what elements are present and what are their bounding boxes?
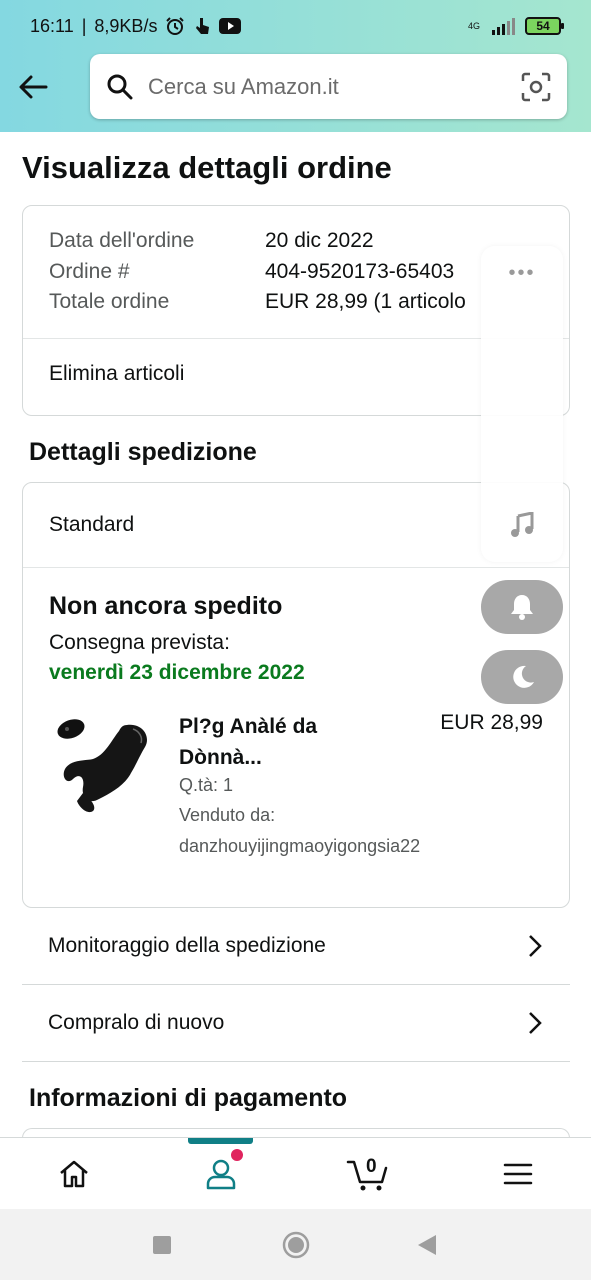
sold-by-label: Venduto da: bbox=[179, 805, 276, 825]
nav-home[interactable] bbox=[0, 1138, 147, 1210]
shipping-section-title: Dettagli spedizione bbox=[29, 438, 257, 466]
bell-icon bbox=[511, 595, 533, 620]
divider bbox=[23, 567, 569, 568]
touch-icon bbox=[196, 18, 210, 34]
order-total-value: EUR 28,99 (1 articolo bbox=[265, 290, 466, 313]
system-navigation-bar bbox=[0, 1209, 591, 1280]
account-icon bbox=[206, 1159, 235, 1190]
product-name[interactable]: Pl?g Anàlé da Dònnà... bbox=[179, 711, 359, 773]
recents-icon[interactable] bbox=[152, 1235, 172, 1255]
chevron-right-icon bbox=[529, 1012, 542, 1034]
product-quantity: Q.tà: 1 bbox=[179, 775, 234, 795]
buy-again-link[interactable]: Compralo di nuovo bbox=[22, 985, 570, 1062]
status-bar: 16:11 | 8,9KB/s 4G 54 bbox=[0, 0, 591, 52]
app-header: 16:11 | 8,9KB/s 4G 54 bbox=[0, 0, 591, 132]
page-title: Visualizza dettagli ordine bbox=[22, 150, 392, 185]
order-date-value: 20 dic 2022 bbox=[265, 229, 374, 252]
track-shipment-label: Monitoraggio della spedizione bbox=[48, 934, 326, 957]
status-time: 16:11 bbox=[30, 15, 74, 36]
menu-icon bbox=[503, 1163, 532, 1185]
buy-again-label: Compralo di nuovo bbox=[48, 1011, 225, 1034]
track-shipment-link[interactable]: Monitoraggio della spedizione bbox=[22, 908, 570, 985]
network-type: 4G bbox=[467, 20, 480, 31]
chevron-right-icon bbox=[529, 935, 542, 957]
delivery-date: venerdì 23 dicembre 2022 bbox=[49, 661, 305, 684]
nav-cart[interactable]: 0 bbox=[294, 1138, 441, 1210]
product-name-line: Pl?g Anàlé da bbox=[179, 715, 318, 738]
search-icon bbox=[107, 74, 133, 99]
cart-count: 0 bbox=[366, 1156, 377, 1177]
order-number-value: 404-9520173-65403 bbox=[265, 260, 455, 283]
delete-items-button[interactable]: Elimina articoli bbox=[49, 362, 184, 386]
search-bar[interactable] bbox=[90, 54, 567, 119]
nav-account[interactable] bbox=[147, 1138, 294, 1210]
payment-section-title: Informazioni di pagamento bbox=[29, 1084, 348, 1112]
home-icon bbox=[59, 1160, 88, 1188]
bottom-navigation: 0 bbox=[0, 1137, 591, 1209]
music-note-icon[interactable] bbox=[509, 512, 535, 540]
alarm-icon bbox=[166, 17, 185, 35]
product-name-line: Dònnà... bbox=[179, 746, 262, 769]
seller-name[interactable]: danzhouyijingmaoyigongsia22 bbox=[179, 836, 420, 857]
order-date-label: Data dell'ordine bbox=[49, 229, 195, 252]
back-button-icon[interactable] bbox=[416, 1233, 438, 1257]
shipment-status: Non ancora spedito bbox=[49, 592, 283, 620]
status-net-speed: 8,9KB/s bbox=[94, 15, 158, 36]
order-total-label: Totale ordine bbox=[49, 290, 170, 313]
floating-tool-panel[interactable]: ••• bbox=[481, 246, 563, 562]
youtube-icon bbox=[219, 18, 242, 34]
product-image[interactable] bbox=[53, 715, 157, 815]
back-arrow-icon[interactable] bbox=[16, 70, 50, 104]
search-input[interactable] bbox=[148, 73, 521, 100]
camera-scan-icon[interactable] bbox=[521, 72, 551, 102]
product-price: EUR 28,99 bbox=[440, 711, 543, 734]
signal-icon bbox=[492, 17, 515, 35]
more-dots-icon[interactable]: ••• bbox=[481, 262, 563, 285]
home-button-icon[interactable] bbox=[282, 1231, 310, 1259]
delivery-label: Consegna prevista: bbox=[49, 631, 230, 654]
moon-icon bbox=[513, 665, 534, 688]
notification-toggle-button[interactable] bbox=[481, 580, 563, 634]
order-number-label: Ordine # bbox=[49, 260, 130, 283]
notification-dot bbox=[231, 1149, 243, 1161]
nav-menu[interactable] bbox=[444, 1138, 591, 1210]
shipping-method: Standard bbox=[49, 513, 135, 536]
battery-icon: 54 bbox=[525, 17, 564, 35]
night-mode-toggle-button[interactable] bbox=[481, 650, 563, 704]
